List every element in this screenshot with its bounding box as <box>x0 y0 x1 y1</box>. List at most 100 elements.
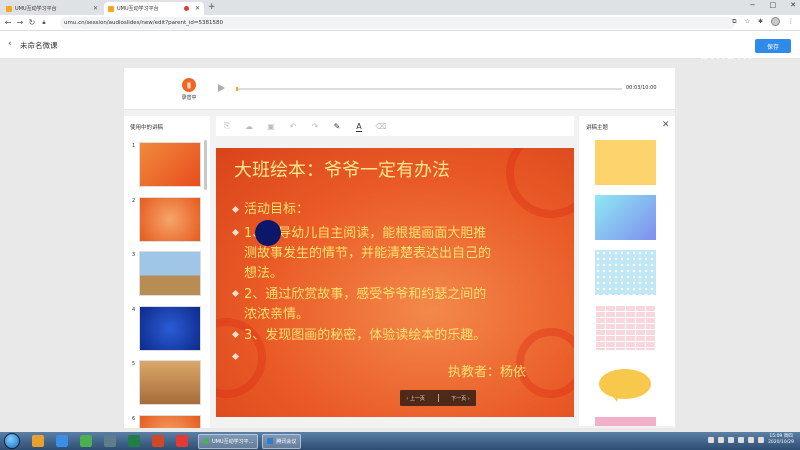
umu-favicon <box>108 5 114 12</box>
course-title[interactable]: 未命名微课 <box>20 40 58 51</box>
prev-page-button[interactable]: ‹ 上一页 <box>406 395 425 402</box>
browser-tab[interactable]: UMU互动学习平台 ✕ <box>2 2 102 15</box>
thumbnail-number: 6 <box>132 415 136 422</box>
new-tab-button[interactable]: + <box>208 2 216 12</box>
back-chevron-icon[interactable]: ‹ <box>8 39 12 49</box>
slide-line: 测故事发生的情节，并能清楚表达出自己的 <box>244 246 492 261</box>
bullet-diamond <box>231 228 240 237</box>
slide-thumbnail-panel: 使用中的讲稿 1 2 3 4 5 6 <box>124 116 210 428</box>
undo-icon[interactable]: ↶ <box>282 122 304 131</box>
theme-panel: 讲稿主题 ✕ <box>579 116 675 426</box>
progress-track[interactable] <box>236 87 622 91</box>
close-tab-icon[interactable]: ✕ <box>93 5 98 12</box>
taskbar-chrome-button[interactable]: UMU互动学习平... <box>198 433 259 449</box>
bilibili-watermark: bilibili <box>700 48 754 63</box>
copy-icon[interactable]: ⎘ <box>216 121 238 131</box>
play-icon[interactable] <box>218 84 225 92</box>
app-icon[interactable] <box>80 435 92 447</box>
taskbar-meeting-button[interactable]: 腾讯会议 <box>262 433 302 449</box>
slide-line: 3、发现图画的秘密，体验读绘本的乐趣。 <box>244 328 487 343</box>
slide-thumbnail[interactable]: 6 <box>132 414 201 428</box>
bookmark-star-icon[interactable]: ☆ <box>745 18 750 25</box>
thumbnail-number: 4 <box>132 306 136 313</box>
pause-record-button[interactable]: ǁ <box>182 78 196 92</box>
extension-icon[interactable]: ⧉ <box>732 18 736 26</box>
network-icon[interactable] <box>758 437 765 443</box>
recording-dot-icon <box>183 6 189 11</box>
close-window-icon[interactable]: ✕ <box>790 1 796 9</box>
app-icon[interactable] <box>176 435 188 447</box>
window-controls: − □ ✕ <box>750 1 796 9</box>
slide-thumbnail[interactable]: 1 <box>132 142 201 187</box>
bubble-tail <box>611 394 619 402</box>
close-icon[interactable]: ✕ <box>662 120 670 130</box>
theme-swatch-bubble[interactable] <box>599 369 651 399</box>
umu-favicon <box>6 5 12 12</box>
thumbnail-number: 5 <box>132 361 136 367</box>
text-color-icon[interactable]: A <box>348 121 370 132</box>
browser-tab-bar: UMU互动学习平台 ✕ UMU互动学习平台 ✕ + − □ ✕ <box>0 0 800 15</box>
close-tab-icon[interactable]: ✕ <box>195 5 200 12</box>
bullet-diamond <box>231 205 240 214</box>
task-label: 腾讯会议 <box>276 438 297 445</box>
menu-dots-icon[interactable]: ⋮ <box>788 18 794 25</box>
next-page-button[interactable]: 下一页 › <box>451 395 470 402</box>
theme-swatch[interactable] <box>595 195 656 240</box>
excel-icon[interactable] <box>128 435 140 447</box>
clock-date: 2020/10/29 <box>768 440 794 445</box>
thumbnail-number: 1 <box>132 143 136 149</box>
lock-icon: 🔒︎ <box>42 18 46 26</box>
pen-icon[interactable]: ✎ <box>326 122 348 131</box>
theme-swatch[interactable] <box>595 140 656 185</box>
prev-page-label: 上一页 <box>409 395 425 402</box>
browser-tab-active[interactable]: UMU互动学习平台 ✕ <box>104 2 204 15</box>
puzzle-icon[interactable]: ✱ <box>758 18 763 25</box>
bullet-diamond <box>231 289 240 298</box>
minimize-icon[interactable]: − <box>750 1 756 9</box>
slide-canvas[interactable]: 大班绘本：爷爷一定有办法 活动目标： 1、引导幼儿自主阅读，能根据画面大胆推 测… <box>216 148 574 417</box>
slide-line: 2、通过欣赏故事，感受爷爷和约瑟之间的 <box>244 287 487 302</box>
tray-icon[interactable] <box>718 437 725 443</box>
slide-thumbnail[interactable]: 3 <box>132 251 201 296</box>
theme-panel-title: 讲稿主题 <box>586 125 609 131</box>
eraser-icon[interactable]: ⌫ <box>370 122 392 131</box>
theme-swatch[interactable] <box>595 417 656 426</box>
browser-extensions: ⧉ ☆ ✱ ⋮ <box>732 17 794 26</box>
upload-icon[interactable]: ☁ <box>238 122 260 131</box>
redo-icon[interactable]: ↷ <box>304 122 326 131</box>
clock[interactable]: 15:09 周四 2020/10/29 <box>768 434 794 446</box>
powerpoint-icon[interactable] <box>152 435 164 447</box>
tab-title: UMU互动学习平台 <box>15 6 57 12</box>
app-icon[interactable] <box>104 435 116 447</box>
volume-icon[interactable] <box>748 437 755 443</box>
next-page-label: 下一页 <box>451 395 467 402</box>
tray-icon[interactable] <box>728 437 735 443</box>
maximize-icon[interactable]: □ <box>770 1 777 9</box>
windows-taskbar: UMU互动学习平... 腾讯会议 15:09 周四 2020/10/29 <box>0 432 800 450</box>
tray-icon[interactable] <box>738 437 745 443</box>
slide-thumbnail[interactable]: 2 <box>132 196 201 242</box>
save-button[interactable]: 保存 <box>755 39 791 53</box>
forward-arrow-icon[interactable]: → <box>14 18 26 27</box>
tab-title: UMU互动学习平台 <box>117 6 159 12</box>
slide-thumbnail[interactable]: 4 <box>132 305 201 351</box>
tray-icon[interactable] <box>708 437 715 443</box>
ie-icon[interactable] <box>56 435 68 447</box>
thumbnail-scrollbar[interactable] <box>204 140 207 190</box>
slide-navigation: ‹ 上一页 下一页 › <box>400 390 476 406</box>
explorer-icon[interactable] <box>32 435 44 447</box>
url-field[interactable]: umu.cn/session/audioslides/new/edit?pare… <box>60 17 735 29</box>
theme-swatch[interactable] <box>595 250 656 295</box>
profile-avatar[interactable] <box>771 17 780 26</box>
task-label: UMU互动学习平... <box>212 438 254 445</box>
theme-swatch[interactable] <box>595 305 656 350</box>
slide-thumbnail[interactable]: 5 <box>132 360 201 405</box>
slide-author: 执教者：杨依 <box>448 365 527 380</box>
slide-title: 大班绘本：爷爷一定有办法 <box>234 160 450 181</box>
reload-icon[interactable]: ↻ <box>26 18 38 27</box>
slide-toolbar: ⎘ ☁ ▣ ↶ ↷ ✎ A ⌫ <box>216 116 574 136</box>
system-tray: 15:09 周四 2020/10/29 <box>708 434 794 446</box>
back-arrow-icon[interactable]: ← <box>2 18 14 27</box>
start-button[interactable] <box>4 433 20 449</box>
video-icon[interactable]: ▣ <box>260 122 282 131</box>
